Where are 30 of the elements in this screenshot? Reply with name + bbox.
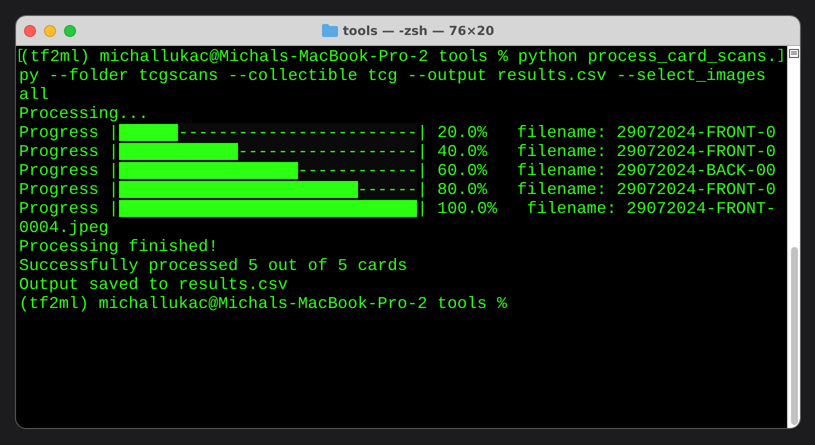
progress-label: Progress |: [19, 180, 119, 199]
progress-dashes: ------------: [298, 161, 418, 180]
progress-label: Progress |: [19, 199, 119, 218]
terminal-line: (tf2ml) michallukac@Michals-MacBook-Pro-2 tools %: [19, 294, 507, 313]
progress-status: | 60.0% filename: 29072024-BACK-00: [417, 161, 776, 180]
terminal-line: py --folder tcgscans --collectible tcg --output results.csv --select_images: [19, 66, 766, 85]
window-title: tools — -zsh — 76×20: [342, 23, 494, 38]
scroll-thumb[interactable]: [790, 247, 798, 425]
progress-dashes: ------------------------: [178, 123, 418, 142]
terminal-line: Processing...: [19, 104, 148, 123]
progress-status: | 40.0% filename: 29072024-FRONT-0: [417, 142, 776, 161]
progress-dashes: ------: [358, 180, 418, 199]
folder-icon: [322, 24, 338, 37]
progress-label: Progress |: [19, 161, 119, 180]
terminal-line: Successfully processed 5 out of 5 cards: [19, 256, 408, 275]
close-button[interactable]: [24, 24, 36, 36]
minimize-button[interactable]: [44, 24, 56, 36]
progress-dashes: ------------------: [238, 142, 418, 161]
progress-status: | 20.0% filename: 29072024-FRONT-0: [417, 123, 776, 142]
terminal-line: 0004.jpeg: [19, 218, 109, 237]
terminal-line: [(tf2ml) michallukac@Michals-MacBook-Pro-2 tools % python process_card_scans.]: [16, 47, 786, 66]
progress-status: | 80.0% filename: 29072024-FRONT-0: [417, 180, 776, 199]
progress-label: Progress |: [19, 142, 119, 161]
terminal-line: Output saved to results.csv: [19, 275, 288, 294]
zoom-button[interactable]: [64, 24, 76, 36]
marks-icon: [789, 49, 799, 58]
progress-status: | 100.0% filename: 29072024-FRONT-: [417, 199, 776, 218]
terminal-line: all: [19, 85, 49, 104]
progress-label: Progress |: [19, 123, 119, 142]
terminal-line: Processing finished!: [19, 237, 218, 256]
